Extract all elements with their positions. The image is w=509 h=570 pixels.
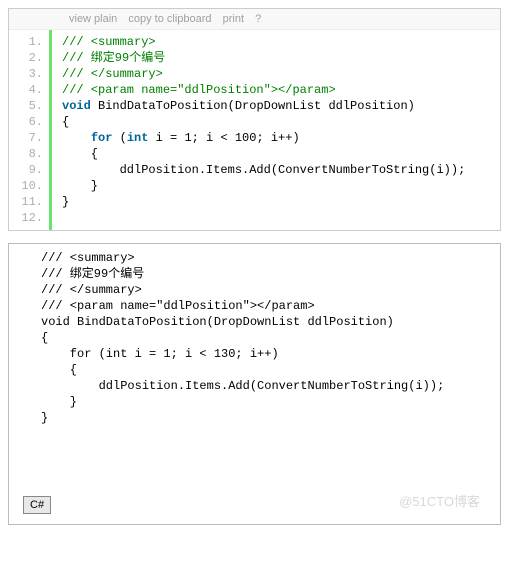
code-line: ddlPosition.Items.Add(ConvertNumberToStr… bbox=[41, 378, 500, 394]
line-number: 8. bbox=[9, 146, 43, 162]
toolbar-viewplain[interactable]: view plain bbox=[69, 13, 117, 25]
code-line: /// </summary> bbox=[41, 282, 500, 298]
code-line: /// <param name="ddlPosition"></param> bbox=[62, 82, 465, 98]
code-line: /// <param name="ddlPosition"></param> bbox=[41, 298, 500, 314]
code-block-highlighted: view plain copy to clipboard print ? 1.2… bbox=[8, 8, 501, 231]
code-line: { bbox=[62, 146, 465, 162]
line-number: 3. bbox=[9, 66, 43, 82]
code-line: } bbox=[62, 194, 465, 210]
line-number: 1. bbox=[9, 34, 43, 50]
code-line: { bbox=[62, 114, 465, 130]
code-toolbar: view plain copy to clipboard print ? bbox=[9, 9, 500, 30]
code-line: { bbox=[41, 362, 500, 378]
line-number: 10. bbox=[9, 178, 43, 194]
code-line: /// <summary> bbox=[41, 250, 500, 266]
line-number: 2. bbox=[9, 50, 43, 66]
language-tag-button[interactable]: C# bbox=[23, 496, 51, 514]
line-number: 11. bbox=[9, 194, 43, 210]
code-line: void BindDataToPosition(DropDownList ddl… bbox=[41, 314, 500, 330]
line-number: 6. bbox=[9, 114, 43, 130]
code-line: } bbox=[41, 394, 500, 410]
code-line: { bbox=[41, 330, 500, 346]
watermark: @51CTO博客 bbox=[399, 491, 480, 510]
line-number-gutter: 1.2.3.4.5.6.7.8.9.10.11.12. bbox=[9, 30, 52, 230]
line-number: 9. bbox=[9, 162, 43, 178]
code-source: /// <summary> /// 绑定99个编号 /// </summary>… bbox=[52, 30, 465, 230]
code-source-plain: /// <summary>/// 绑定99个编号/// </summary>//… bbox=[9, 250, 500, 426]
code-line: void BindDataToPosition(DropDownList ddl… bbox=[62, 98, 465, 114]
line-number: 5. bbox=[9, 98, 43, 114]
code-line: /// </summary> bbox=[62, 66, 465, 82]
code-line: for (int i = 1; i < 100; i++) bbox=[62, 130, 465, 146]
line-number: 7. bbox=[9, 130, 43, 146]
code-line: /// 绑定99个编号 bbox=[62, 50, 465, 66]
line-number: 4. bbox=[9, 82, 43, 98]
toolbar-print[interactable]: print bbox=[223, 13, 244, 25]
code-line: /// 绑定99个编号 bbox=[41, 266, 500, 282]
code-line: /// <summary> bbox=[62, 34, 465, 50]
code-line bbox=[62, 210, 465, 226]
code-line: } bbox=[62, 178, 465, 194]
toolbar-copy[interactable]: copy to clipboard bbox=[128, 13, 211, 25]
code-block-plain[interactable]: /// <summary>/// 绑定99个编号/// </summary>//… bbox=[8, 243, 501, 525]
code-line: for (int i = 1; i < 130; i++) bbox=[41, 346, 500, 362]
code-line: } bbox=[41, 410, 500, 426]
toolbar-help[interactable]: ? bbox=[255, 13, 261, 25]
code-line: ddlPosition.Items.Add(ConvertNumberToStr… bbox=[62, 162, 465, 178]
line-number: 12. bbox=[9, 210, 43, 226]
